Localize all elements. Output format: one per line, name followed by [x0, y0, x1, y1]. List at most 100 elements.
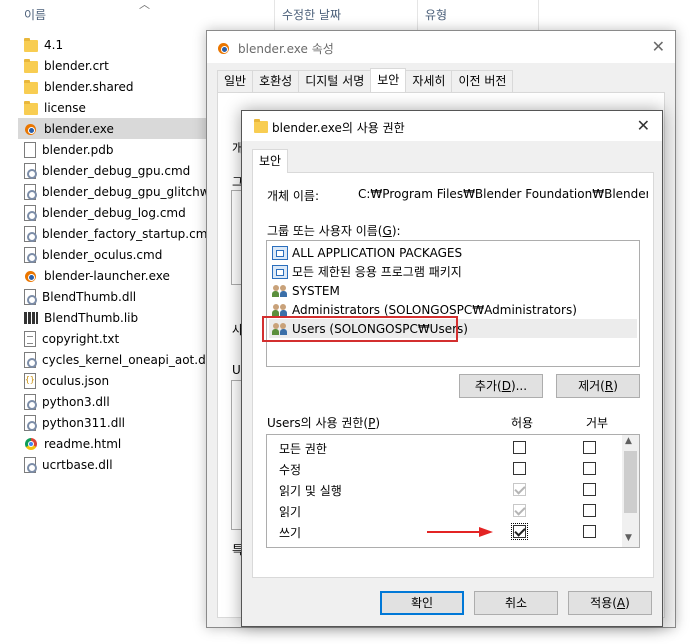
allow-checkbox — [513, 483, 526, 496]
allow-checkbox[interactable] — [513, 462, 526, 475]
settings-file-icon — [24, 351, 37, 368]
json-file-icon — [24, 372, 36, 389]
file-item[interactable]: python311.dll — [18, 412, 208, 433]
scroll-thumb[interactable] — [624, 451, 637, 513]
close-icon[interactable]: ✕ — [637, 116, 650, 135]
allow-header: 허용 — [511, 416, 534, 430]
folder-icon — [24, 100, 38, 115]
settings-file-icon — [24, 288, 37, 305]
blender-icon — [24, 268, 38, 284]
permissions-scrollbar[interactable]: ▲ ▼ — [622, 435, 639, 547]
file-name: python3.dll — [42, 394, 110, 409]
blender-icon — [24, 121, 38, 137]
users-icon — [272, 322, 288, 336]
file-name: blender.shared — [44, 79, 134, 94]
group-label: 그룹 또는 사용자 이름(G): — [267, 224, 401, 238]
sort-ascending-icon: ︿ — [139, 0, 150, 11]
remove-button[interactable]: 제거(R) — [556, 374, 640, 398]
apply-button[interactable]: 적용(A) — [568, 591, 652, 615]
allow-checkbox[interactable] — [513, 441, 526, 454]
file-item[interactable]: cycles_kernel_oneapi_aot.dll — [18, 349, 208, 370]
user-item[interactable]: 모든 제한된 응용 프로그램 패키지 — [269, 262, 637, 281]
file-name: blender.exe — [44, 121, 114, 136]
file-item[interactable]: 4.1 — [18, 34, 208, 55]
file-name: readme.html — [44, 436, 122, 451]
file-item[interactable]: blender_factory_startup.cmd — [18, 223, 208, 244]
file-name: license — [44, 100, 86, 115]
column-header-date[interactable]: 수정한 날짜 — [276, 0, 418, 33]
permissions-titlebar[interactable]: blender.exe의 사용 권한 ✕ — [242, 111, 662, 141]
add-button[interactable]: 추가(D)... — [459, 374, 543, 398]
annotation-arrow-icon — [427, 527, 493, 537]
tab-compatibility[interactable]: 호환성 — [252, 70, 300, 92]
tab-general[interactable]: 일반 — [217, 70, 254, 92]
tab-previous-versions[interactable]: 이전 버전 — [451, 70, 514, 92]
package-icon — [272, 245, 288, 260]
file-item[interactable]: BlendThumb.lib — [18, 307, 208, 328]
deny-checkbox[interactable] — [583, 504, 596, 517]
file-item[interactable]: readme.html — [18, 433, 208, 454]
file-item[interactable]: license — [18, 97, 208, 118]
deny-checkbox[interactable] — [583, 462, 596, 475]
file-item[interactable]: python3.dll — [18, 391, 208, 412]
permission-row: 수정 — [267, 458, 621, 479]
file-item[interactable]: BlendThumb.dll — [18, 286, 208, 307]
file-item[interactable]: oculus.json — [18, 370, 208, 391]
file-name: blender_debug_log.cmd — [42, 205, 186, 220]
user-item[interactable]: Administrators (SOLONGOSPC₩Administrator… — [269, 300, 637, 319]
permission-name: 읽기 — [279, 505, 302, 519]
file-name: blender.pdb — [42, 142, 114, 157]
column-header-type[interactable]: 유형 — [419, 0, 539, 33]
folder-icon — [24, 58, 38, 73]
settings-file-icon — [24, 246, 37, 263]
file-item[interactable]: blender.crt — [18, 55, 208, 76]
users-icon — [272, 303, 288, 317]
user-item[interactable]: ALL APPLICATION PACKAGES — [269, 243, 637, 262]
cancel-button[interactable]: 취소 — [474, 591, 558, 615]
file-name: python311.dll — [42, 415, 125, 430]
file-name: cycles_kernel_oneapi_aot.dll — [42, 352, 208, 367]
file-item[interactable]: blender_debug_gpu_glitchworkaround.cmd — [18, 181, 208, 202]
ok-button[interactable]: 확인 — [380, 591, 464, 615]
file-item[interactable]: blender.exe — [18, 118, 208, 139]
chrome-icon — [24, 436, 38, 452]
user-name: Users (SOLONGOSPC₩Users) — [292, 321, 468, 336]
scroll-up-icon[interactable]: ▲ — [625, 436, 632, 446]
allow-checkbox[interactable] — [511, 523, 528, 540]
document-icon — [24, 141, 36, 158]
settings-file-icon — [24, 414, 37, 431]
folder-icon — [254, 119, 268, 133]
user-item[interactable]: SYSTEM — [269, 281, 637, 300]
permissions-label: Users의 사용 권한(P) — [267, 416, 381, 430]
properties-titlebar[interactable]: blender.exe 속성 ✕ — [207, 31, 675, 63]
settings-file-icon — [24, 204, 37, 221]
file-item[interactable]: ucrtbase.dll — [18, 454, 208, 475]
tab-security[interactable]: 보안 — [252, 149, 289, 173]
deny-checkbox[interactable] — [583, 525, 596, 538]
file-item[interactable]: blender_debug_gpu.cmd — [18, 160, 208, 181]
file-item[interactable]: blender_oculus.cmd — [18, 244, 208, 265]
close-icon[interactable]: ✕ — [652, 37, 665, 56]
settings-file-icon — [24, 393, 37, 410]
settings-file-icon — [24, 456, 37, 473]
tab-digital-signatures[interactable]: 디지털 서명 — [298, 70, 372, 92]
tab-details[interactable]: 자세히 — [405, 70, 453, 92]
tab-security[interactable]: 보안 — [370, 68, 407, 92]
user-name: ALL APPLICATION PACKAGES — [292, 245, 463, 260]
object-name-label: 개체 이름: — [267, 189, 320, 203]
file-item[interactable]: blender.shared — [18, 76, 208, 97]
user-item[interactable]: Users (SOLONGOSPC₩Users) — [269, 319, 637, 338]
deny-checkbox[interactable] — [583, 441, 596, 454]
deny-checkbox[interactable] — [583, 483, 596, 496]
file-item[interactable]: copyright.txt — [18, 328, 208, 349]
file-name: ucrtbase.dll — [42, 457, 113, 472]
blender-icon — [217, 40, 231, 56]
file-item[interactable]: blender.pdb — [18, 139, 208, 160]
file-item[interactable]: blender-launcher.exe — [18, 265, 208, 286]
permission-name: 읽기 및 실행 — [279, 484, 342, 498]
scroll-down-icon[interactable]: ▼ — [625, 533, 632, 543]
object-name-value: C:₩Program Files₩Blender Foundation₩Blen… — [358, 187, 648, 201]
file-item[interactable]: blender_debug_log.cmd — [18, 202, 208, 223]
users-list[interactable]: ALL APPLICATION PACKAGES 모든 제한된 응용 프로그램 패… — [266, 240, 640, 367]
file-name: blender_oculus.cmd — [42, 247, 163, 262]
